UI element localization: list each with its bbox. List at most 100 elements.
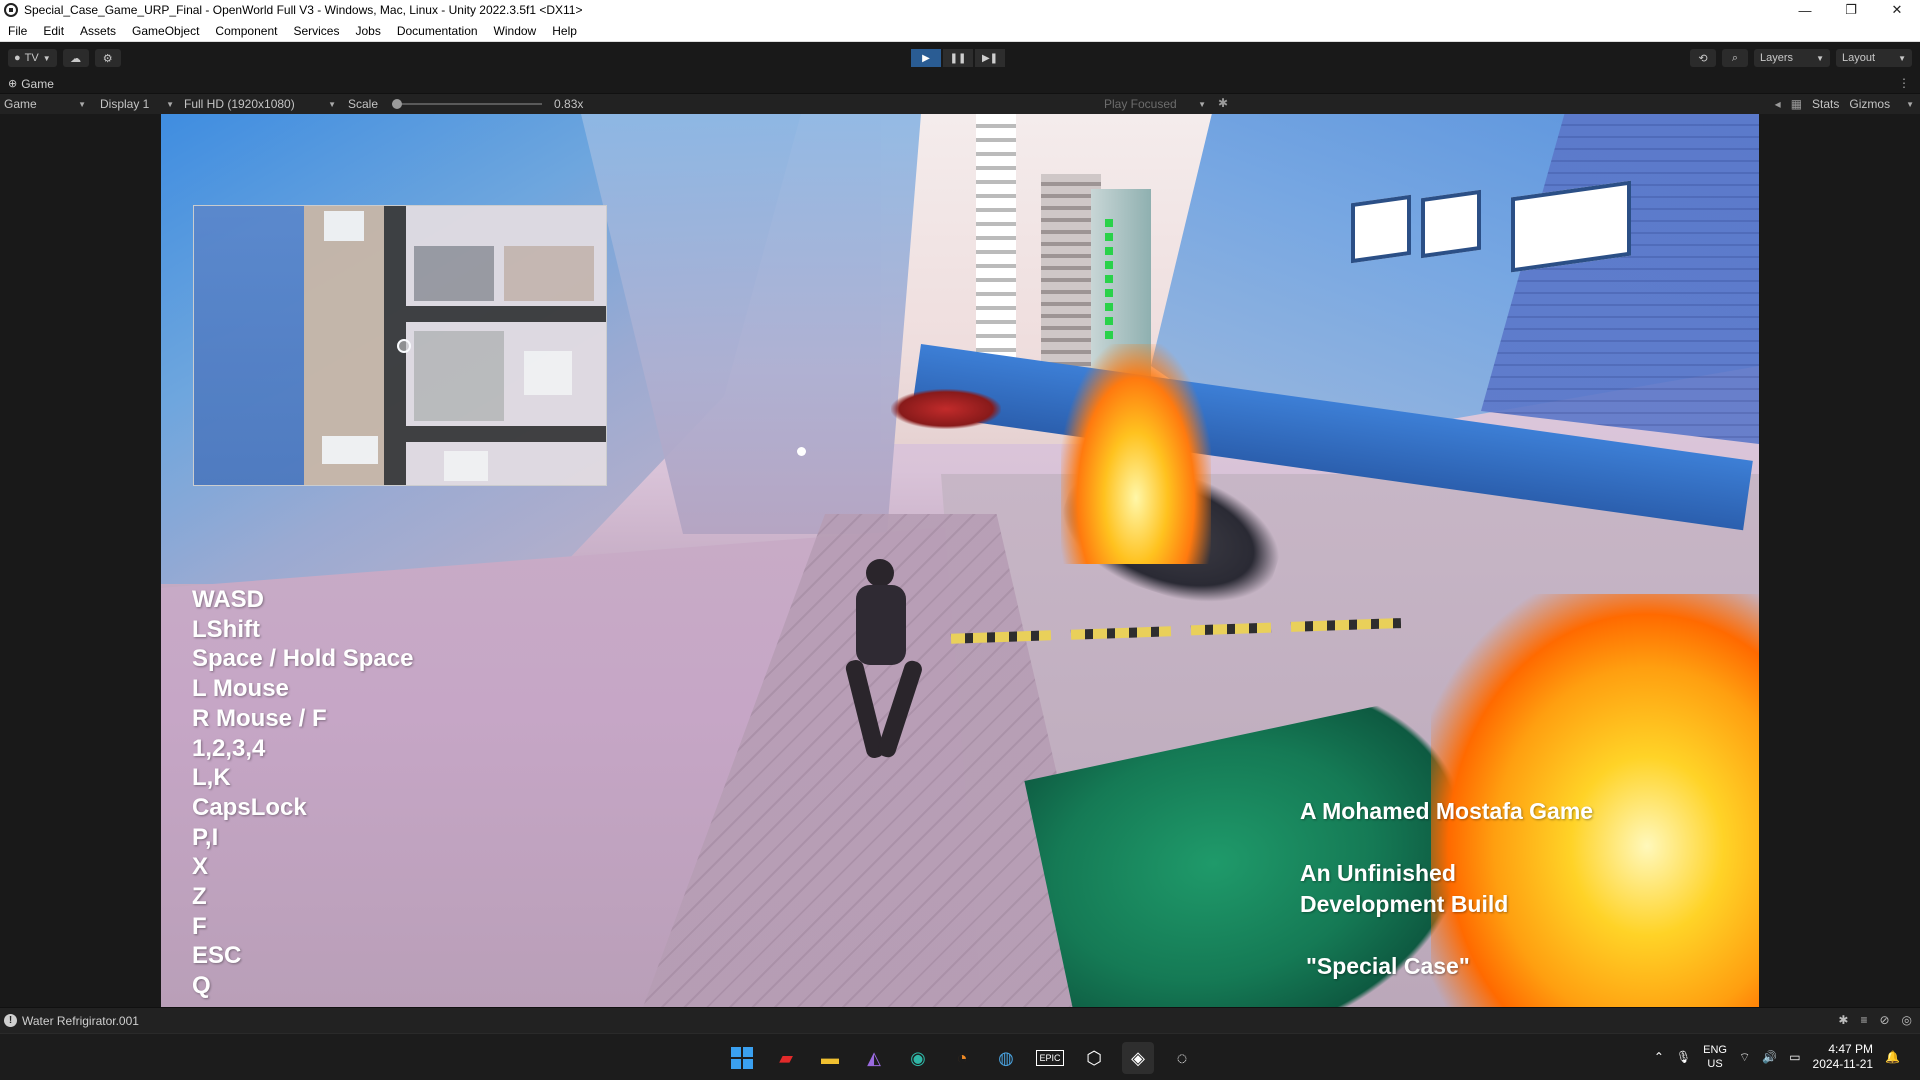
blender-icon: ◔ (956, 1047, 968, 1068)
visual-studio-icon: ◭ (867, 1047, 881, 1068)
display-dropdown[interactable]: Display 1 ▼ (96, 94, 178, 114)
controls-hint-list: WASD LShift Space / Hold Space L Mouse R… (192, 585, 413, 1001)
network-icon[interactable]: ⊘ (1879, 1013, 1889, 1027)
microphone-icon[interactable]: 🎙 (1676, 1050, 1691, 1064)
taskbar-visual-studio[interactable]: ◭ (858, 1042, 890, 1074)
menu-help[interactable]: Help (544, 20, 585, 42)
search-button[interactable]: ⌕ (1722, 49, 1748, 67)
editor-status-bar: ! Water Refrigirator.001 ✱ ≡ ⊘ ◎ (0, 1007, 1920, 1033)
layers-icon[interactable]: ≡ (1860, 1013, 1867, 1027)
minimap-building (444, 451, 488, 481)
chevron-down-icon: ▼ (1198, 99, 1206, 109)
control-hint: L Mouse (192, 675, 289, 703)
menu-file[interactable]: File (0, 20, 35, 42)
view-mode-dropdown[interactable]: Game ▼ (0, 94, 90, 114)
gamepad-icon: ⊕ (8, 78, 18, 90)
history-icon: ⟲ (1698, 52, 1708, 65)
system-tray: ⌃ 🎙 ENG US ⌔ 🔊 ▭ 4:47 PM 2024-11-21 🔔 (1654, 1042, 1900, 1072)
clock[interactable]: 4:47 PM 2024-11-21 (1813, 1042, 1874, 1072)
epic-games-icon: EPIC (1036, 1050, 1064, 1066)
history-button[interactable]: ⟲ (1690, 49, 1716, 67)
minimize-button[interactable]: — (1782, 0, 1828, 20)
chevron-down-icon: ▼ (1816, 53, 1824, 63)
control-hint: F (192, 912, 207, 940)
layers-dropdown[interactable]: Layers ▼ (1754, 49, 1830, 67)
resolution-dropdown[interactable]: Full HD (1920x1080) ▼ (180, 94, 340, 114)
step-button[interactable]: ▶❚ (975, 49, 1005, 67)
player-torso (856, 585, 906, 665)
control-hint: Q (192, 972, 211, 1000)
chevron-down-icon: ▼ (328, 99, 336, 109)
unity-app-icon (4, 3, 18, 17)
view-mode-label: Game (4, 97, 37, 111)
collab-button[interactable]: ⚙ (94, 49, 121, 67)
chevron-down-icon[interactable]: ▼ (1906, 100, 1914, 109)
stats-grid-icon[interactable]: ▦ (1791, 97, 1802, 111)
scale-value: 0.83x (554, 97, 584, 111)
battery-icon[interactable]: ▭ (1789, 1050, 1800, 1064)
menu-jobs[interactable]: Jobs (347, 20, 388, 42)
taskbar-epic-games[interactable]: EPIC (1034, 1042, 1066, 1074)
taskbar-steam[interactable]: ◍ (990, 1042, 1022, 1074)
taskbar-unity-hub[interactable]: ⬡ (1078, 1042, 1110, 1074)
app-notification-icon: ◌ (1176, 1047, 1188, 1068)
account-dropdown[interactable]: ● TV ▼ (8, 49, 57, 67)
display-label: Display 1 (100, 97, 150, 111)
region-code: US (1707, 1058, 1723, 1070)
taskbar-app[interactable]: ◌ (1166, 1042, 1198, 1074)
maximize-button[interactable]: ❐ (1828, 0, 1874, 20)
play-button[interactable]: ▶ (911, 49, 941, 67)
control-hint: LShift (192, 615, 260, 643)
minimap-water (194, 206, 304, 485)
tab-game[interactable]: ⊕ Game (0, 74, 54, 94)
minimap-block (414, 331, 504, 421)
stats-button[interactable]: Stats (1812, 97, 1839, 111)
cloud-button[interactable]: ☁ (62, 49, 89, 67)
menu-documentation[interactable]: Documentation (389, 20, 486, 42)
search-icon: ⌕ (1731, 51, 1739, 64)
window-title: Special_Case_Game_URP_Final - OpenWorld … (24, 3, 583, 17)
debug-icon[interactable]: ✱ (1838, 1013, 1848, 1027)
more-options-icon[interactable]: ⋮ (1898, 76, 1910, 90)
volume-icon[interactable]: 🔊 (1762, 1050, 1777, 1064)
close-button[interactable]: ✕ (1874, 0, 1920, 20)
resolution-label: Full HD (1920x1080) (184, 97, 295, 111)
taskbar-unity-editor[interactable]: ◈ (1122, 1042, 1154, 1074)
steam-icon: ◍ (998, 1047, 1014, 1068)
settings-icon: ⚙ (102, 52, 113, 65)
layout-dropdown[interactable]: Layout ▼ (1836, 49, 1912, 67)
start-button[interactable] (726, 1042, 758, 1074)
taskbar-explorer[interactable]: ▬ (814, 1042, 846, 1074)
control-hint: L,K (192, 764, 231, 792)
windows-taskbar: ▰ ▬ ◭ ◉ ◔ ◍ EPIC ⬡ ◈ ◌ ⌃ 🎙 ENG US ⌔ 🔊 ▭ … (0, 1033, 1920, 1080)
notification-bell-icon[interactable]: 🔔 (1885, 1050, 1900, 1064)
play-focused-dropdown[interactable]: Play Focused ▼ (1100, 94, 1210, 114)
game-tab-bar: ⊕ Game ⋮ (0, 74, 1920, 94)
control-hint: Space / Hold Space (192, 645, 414, 673)
menu-gameobject[interactable]: GameObject (124, 20, 207, 42)
language-indicator[interactable]: ENG US (1703, 1043, 1727, 1071)
menu-component[interactable]: Component (207, 20, 285, 42)
menu-edit[interactable]: Edit (35, 20, 72, 42)
control-hint: WASD (192, 586, 264, 613)
status-message[interactable]: Water Refrigirator.001 (22, 1014, 139, 1028)
chevron-down-icon: ▼ (78, 99, 86, 109)
taskbar-edge[interactable]: ◉ (902, 1042, 934, 1074)
wifi-icon[interactable]: ⌔ (1739, 1050, 1750, 1065)
gizmos-button[interactable]: Gizmos (1849, 97, 1890, 111)
taskbar-blender[interactable]: ◔ (946, 1042, 978, 1074)
menu-assets[interactable]: Assets (72, 20, 124, 42)
control-hint: Z (192, 883, 207, 911)
scale-slider-knob[interactable] (392, 99, 403, 109)
scale-label: Scale (348, 97, 379, 111)
chevron-up-icon[interactable]: ⌃ (1654, 1050, 1664, 1064)
minimap-block (414, 246, 494, 301)
menu-window[interactable]: Window (486, 20, 545, 42)
mute-audio-icon[interactable]: ◂ (1775, 97, 1781, 111)
taskbar-acrobat[interactable]: ▰ (770, 1042, 802, 1074)
menu-services[interactable]: Services (285, 20, 347, 42)
check-icon[interactable]: ◎ (1902, 1013, 1912, 1027)
bug-icon[interactable]: ✱ (1218, 96, 1228, 110)
pause-button[interactable]: ❚❚ (943, 49, 973, 67)
scale-slider[interactable] (392, 99, 543, 109)
